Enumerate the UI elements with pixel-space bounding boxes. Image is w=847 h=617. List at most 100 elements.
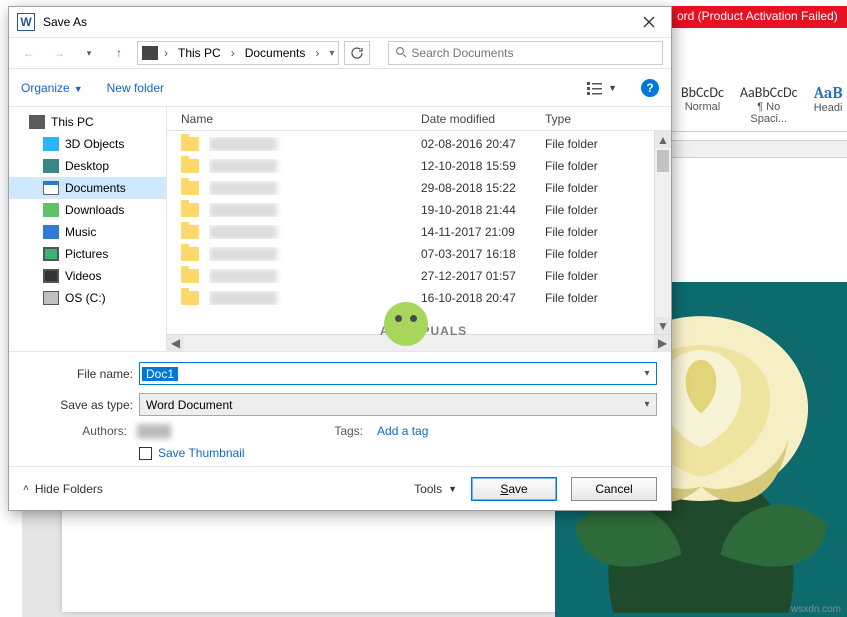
- nav-up-button[interactable]: ↑: [107, 41, 131, 65]
- tree-thispc[interactable]: This PC: [9, 111, 166, 133]
- add-tag-link[interactable]: Add a tag: [377, 424, 428, 438]
- pc-icon: [29, 115, 45, 129]
- new-folder-button[interactable]: New folder: [107, 81, 164, 95]
- dialog-footer: ˄ Hide Folders Tools ▼ Save Cancel: [9, 466, 671, 510]
- help-button[interactable]: ?: [641, 79, 659, 97]
- music-icon: [43, 225, 59, 239]
- refresh-button[interactable]: [344, 41, 370, 65]
- view-options-button[interactable]: ▼: [587, 81, 617, 95]
- list-item[interactable]: ████████19-10-2018 21:44File folder: [167, 199, 671, 221]
- item-name: ████████: [209, 225, 421, 239]
- scroll-up-icon[interactable]: ▲: [655, 131, 671, 148]
- tree-videos[interactable]: Videos: [9, 265, 166, 287]
- chevron-right-icon[interactable]: ›: [162, 46, 170, 60]
- chevron-up-icon: ˄: [23, 483, 29, 494]
- tree-osc[interactable]: OS (C:): [9, 287, 166, 309]
- vertical-scrollbar[interactable]: ▲ ▼: [654, 131, 671, 334]
- crumb-documents[interactable]: Documents: [241, 46, 310, 60]
- tools-menu[interactable]: Tools ▼: [414, 482, 457, 496]
- nav-recent-dropdown[interactable]: ▾: [77, 41, 101, 65]
- style-normal[interactable]: BbCcDcNormal: [677, 82, 728, 127]
- nav-forward-button[interactable]: →: [47, 41, 71, 65]
- tree-desktop[interactable]: Desktop: [9, 155, 166, 177]
- tree-3dobjects[interactable]: 3D Objects: [9, 133, 166, 155]
- save-thumbnail-checkbox[interactable]: [139, 447, 152, 460]
- list-item[interactable]: ████████12-10-2018 15:59File folder: [167, 155, 671, 177]
- horizontal-scrollbar[interactable]: ◀ ▶: [167, 334, 671, 351]
- address-breadcrumb[interactable]: › This PC › Documents › ▾: [137, 41, 339, 65]
- nav-tree[interactable]: This PC 3D Objects Desktop Documents Dow…: [9, 107, 167, 351]
- scroll-right-icon[interactable]: ▶: [654, 335, 671, 352]
- folder-icon: [181, 181, 199, 195]
- list-item[interactable]: ████████02-08-2016 20:47File folder: [167, 133, 671, 155]
- authors-value[interactable]: ████: [137, 424, 171, 438]
- downloads-icon: [43, 203, 59, 217]
- save-as-dialog: W Save As ← → ▾ ↑ › This PC › Documents …: [8, 6, 672, 511]
- chevron-down-icon: ▼: [74, 84, 83, 94]
- chevron-down-icon[interactable]: ▾: [638, 368, 656, 379]
- tree-documents[interactable]: Documents: [9, 177, 166, 199]
- pc-icon: [142, 46, 158, 60]
- item-name: ████████: [209, 269, 421, 283]
- nav-back-button[interactable]: ←: [17, 41, 41, 65]
- chevron-down-icon[interactable]: ▾: [638, 399, 656, 410]
- style-nospacing[interactable]: AaBbCcDc¶ No Spaci...: [736, 82, 802, 127]
- col-date[interactable]: Date modified: [421, 112, 545, 126]
- list-item[interactable]: ████████14-11-2017 21:09File folder: [167, 221, 671, 243]
- search-input[interactable]: [411, 46, 656, 60]
- dialog-title: Save As: [43, 15, 633, 29]
- item-type: File folder: [545, 159, 598, 173]
- item-name: ████████: [209, 247, 421, 261]
- item-type: File folder: [545, 181, 598, 195]
- pictures-icon: [43, 247, 59, 261]
- save-thumbnail-label[interactable]: Save Thumbnail: [158, 446, 245, 460]
- dialog-titlebar[interactable]: W Save As: [9, 7, 671, 37]
- chevron-right-icon[interactable]: ›: [313, 46, 321, 60]
- list-item[interactable]: ████████16-10-2018 20:47File folder: [167, 287, 671, 309]
- scroll-thumb[interactable]: [657, 150, 669, 172]
- list-item[interactable]: ████████29-08-2018 15:22File folder: [167, 177, 671, 199]
- tree-pictures[interactable]: Pictures: [9, 243, 166, 265]
- nav-row: ← → ▾ ↑ › This PC › Documents › ▾: [9, 37, 671, 69]
- cancel-button[interactable]: Cancel: [571, 477, 657, 501]
- list-item[interactable]: ████████27-12-2017 01:57File folder: [167, 265, 671, 287]
- col-name[interactable]: Name: [181, 112, 421, 126]
- scroll-down-icon[interactable]: ▼: [655, 317, 671, 334]
- filename-input[interactable]: [142, 367, 178, 381]
- folder-icon: [181, 159, 199, 173]
- item-date: 12-10-2018 15:59: [421, 159, 545, 173]
- search-icon: [395, 46, 407, 61]
- item-type: File folder: [545, 225, 598, 239]
- col-type[interactable]: Type: [545, 112, 671, 126]
- list-item[interactable]: ████████07-03-2017 16:18File folder: [167, 243, 671, 265]
- tree-downloads[interactable]: Downloads: [9, 199, 166, 221]
- word-ribbon-styles: BbCcDcNormal AaBbCcDc¶ No Spaci... AaBHe…: [671, 78, 847, 132]
- chevron-right-icon[interactable]: ›: [229, 46, 237, 60]
- savetype-combo[interactable]: ▾: [139, 393, 657, 416]
- address-dropdown-icon[interactable]: ▾: [329, 48, 334, 59]
- crumb-thispc[interactable]: This PC: [174, 46, 225, 60]
- search-box[interactable]: [388, 41, 663, 65]
- item-date: 02-08-2016 20:47: [421, 137, 545, 151]
- item-type: File folder: [545, 137, 598, 151]
- item-date: 14-11-2017 21:09: [421, 225, 545, 239]
- column-headers[interactable]: Name Date modified Type: [167, 107, 671, 131]
- hide-folders-button[interactable]: ˄ Hide Folders: [23, 482, 103, 496]
- item-name: ████████: [209, 291, 421, 305]
- word-app-icon: W: [17, 13, 35, 31]
- tree-music[interactable]: Music: [9, 221, 166, 243]
- save-button[interactable]: Save: [471, 477, 557, 501]
- scroll-left-icon[interactable]: ◀: [167, 335, 184, 352]
- toolbar: Organize▼ New folder ▼ ?: [9, 69, 671, 107]
- close-button[interactable]: [633, 10, 665, 34]
- chevron-down-icon: ▼: [448, 484, 457, 494]
- style-heading[interactable]: AaBHeadi: [810, 82, 847, 127]
- desktop-icon: [43, 159, 59, 173]
- filename-combo[interactable]: ▾: [139, 362, 657, 385]
- 3dobjects-icon: [43, 137, 59, 151]
- organize-menu[interactable]: Organize▼: [21, 81, 83, 95]
- folder-icon: [181, 225, 199, 239]
- item-date: 27-12-2017 01:57: [421, 269, 545, 283]
- savetype-input[interactable]: [140, 398, 638, 412]
- save-form: File name: ▾ Save as type: ▾ Authors: ██…: [9, 351, 671, 466]
